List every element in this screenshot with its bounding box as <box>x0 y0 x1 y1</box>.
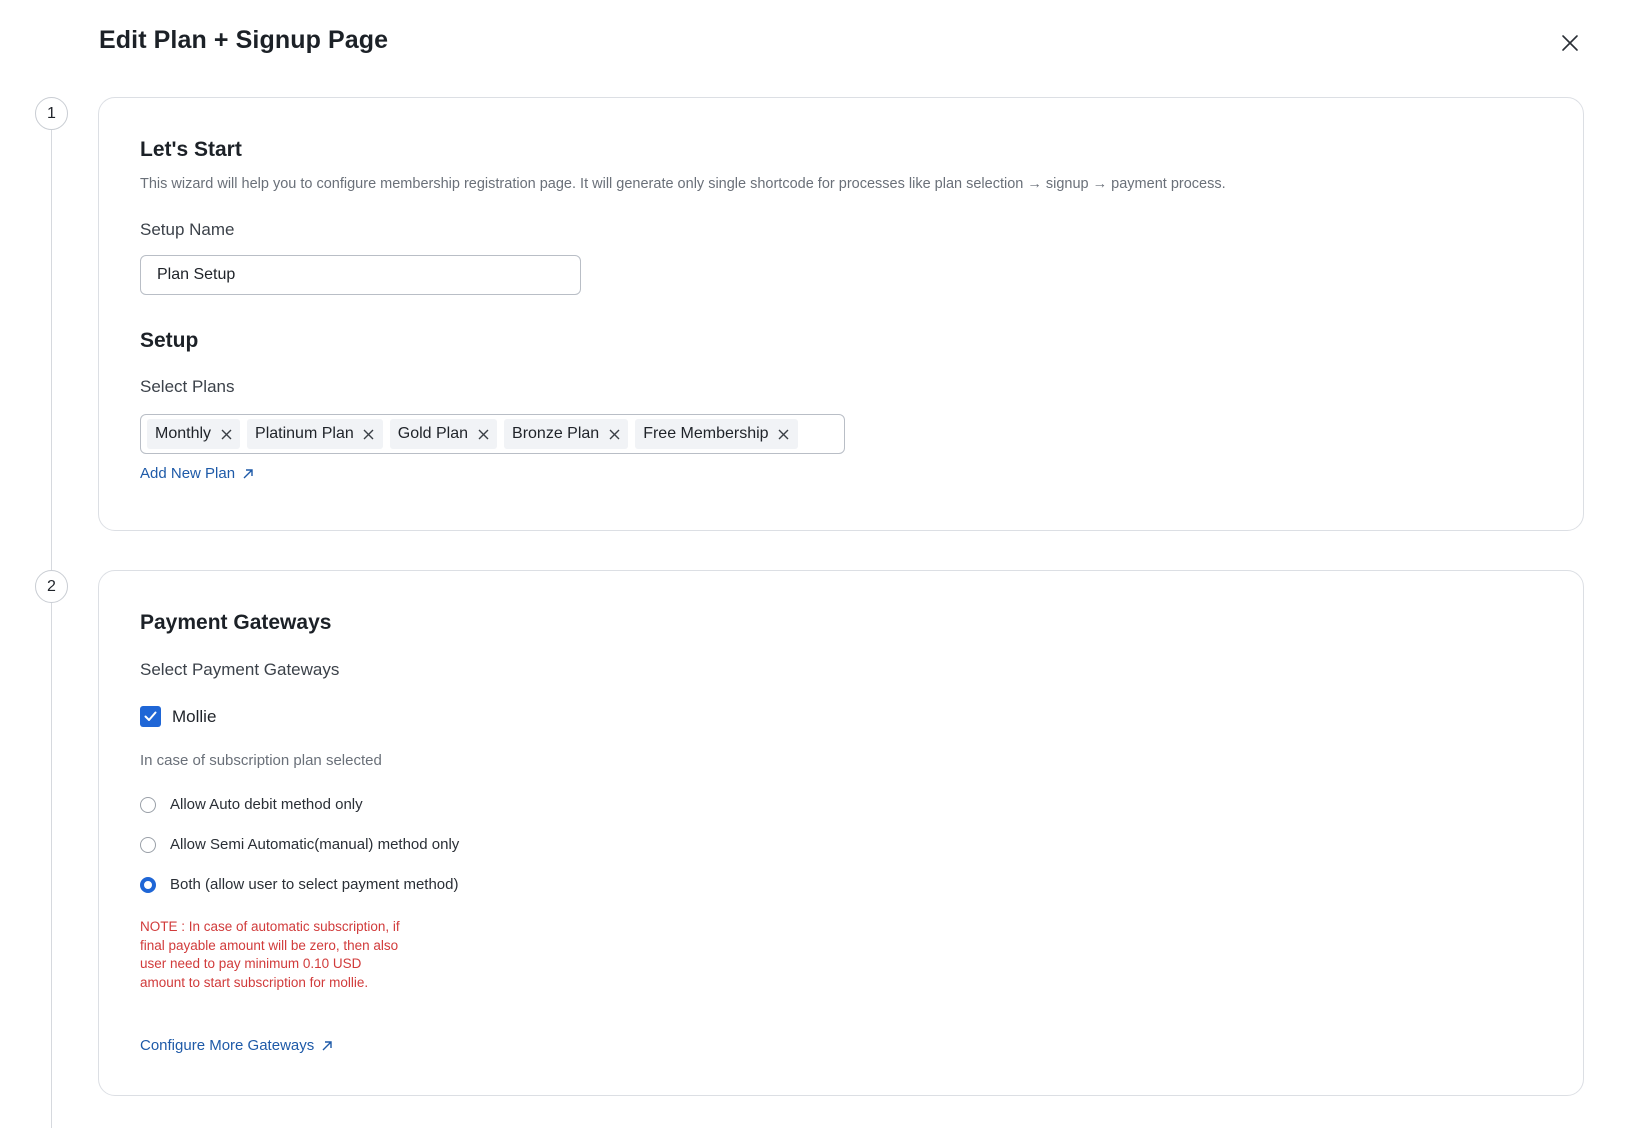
plan-tag: Monthly <box>147 419 241 449</box>
configure-gateways-link[interactable]: Configure More Gateways <box>140 1037 333 1054</box>
radio-button[interactable] <box>140 836 156 853</box>
add-new-plan-link[interactable]: Add New Plan <box>140 465 254 482</box>
plan-tag: Platinum Plan <box>247 419 383 449</box>
tag-remove-icon[interactable] <box>608 428 620 440</box>
plan-tag-label: Monthly <box>155 425 212 442</box>
plan-tag: Gold Plan <box>389 419 498 449</box>
tag-remove-icon[interactable] <box>363 428 375 440</box>
mollie-note: NOTE : In case of automatic subscription… <box>140 919 400 990</box>
check-icon <box>144 711 157 721</box>
mollie-checkbox[interactable] <box>140 706 161 727</box>
step-number-2: 2 <box>35 570 68 603</box>
close-icon <box>1562 35 1578 51</box>
radio-button[interactable] <box>140 796 156 813</box>
page-title: Edit Plan + Signup Page <box>99 26 389 54</box>
lets-start-heading: Let's Start <box>140 138 242 161</box>
wizard-description: This wizard will help you to configure m… <box>140 176 1226 192</box>
select-plans-field[interactable]: Monthly Platinum Plan Gold Plan Bronze P… <box>140 414 845 454</box>
radio-auto-debit[interactable]: Allow Auto debit method only <box>140 796 363 813</box>
timeline-line <box>51 130 52 1128</box>
select-plans-label: Select Plans <box>140 377 235 396</box>
radio-label: Both (allow user to select payment metho… <box>170 876 459 893</box>
subscription-label: In case of subscription plan selected <box>140 752 382 769</box>
tag-remove-icon[interactable] <box>778 428 790 440</box>
radio-button[interactable] <box>140 876 156 893</box>
mollie-label: Mollie <box>172 706 217 726</box>
setup-name-label: Setup Name <box>140 220 235 239</box>
plan-tag: Bronze Plan <box>504 419 629 449</box>
select-gateways-label: Select Payment Gateways <box>140 660 340 679</box>
plan-tag-label: Free Membership <box>643 425 769 442</box>
radio-label: Allow Semi Automatic(manual) method only <box>170 836 460 853</box>
add-new-plan-label: Add New Plan <box>140 465 236 482</box>
radio-label: Allow Auto debit method only <box>170 796 363 813</box>
payment-gateways-card: Payment Gateways Select Payment Gateways… <box>98 570 1584 1096</box>
setup-name-input[interactable] <box>140 255 581 295</box>
configure-gateways-label: Configure More Gateways <box>140 1037 315 1054</box>
external-link-icon <box>322 1040 332 1050</box>
step-number-1: 1 <box>35 97 68 130</box>
external-link-icon <box>243 468 253 478</box>
plan-tag-label: Bronze Plan <box>512 425 600 442</box>
radio-semi-automatic[interactable]: Allow Semi Automatic(manual) method only <box>140 836 459 853</box>
lets-start-card: Let's Start This wizard will help you to… <box>98 97 1584 531</box>
radio-both[interactable]: Both (allow user to select payment metho… <box>140 876 458 893</box>
setup-heading: Setup <box>140 329 199 352</box>
tag-remove-icon[interactable] <box>477 428 489 440</box>
tag-remove-icon[interactable] <box>220 428 232 440</box>
plan-tag-label: Platinum Plan <box>255 425 354 442</box>
close-button[interactable] <box>1556 29 1584 57</box>
plan-tag-label: Gold Plan <box>397 425 469 442</box>
plan-tag: Free Membership <box>635 419 798 449</box>
mollie-checkbox-row[interactable]: Mollie <box>140 706 216 727</box>
payment-gateways-heading: Payment Gateways <box>140 611 332 634</box>
